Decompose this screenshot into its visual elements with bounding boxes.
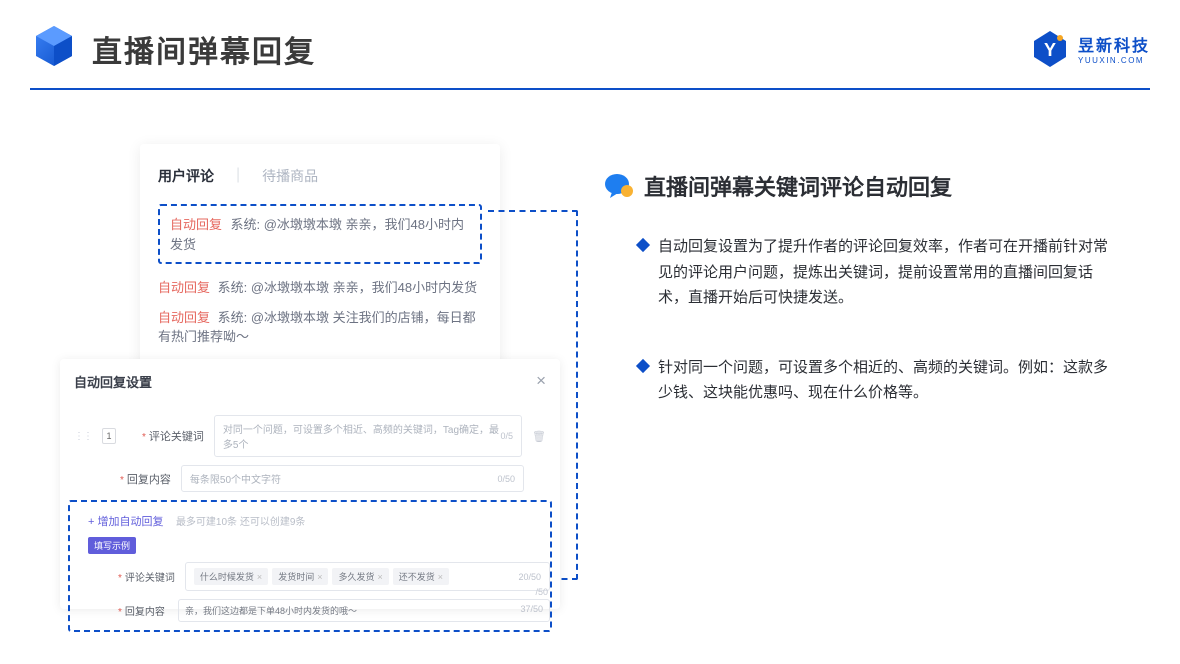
tab-divider: | <box>236 166 240 186</box>
section-subtitle: 直播间弹幕关键词评论自动回复 <box>644 170 952 202</box>
index-box: 1 <box>102 428 116 444</box>
close-icon[interactable]: × <box>536 371 546 391</box>
divider <box>30 88 1150 90</box>
tab-pending-products[interactable]: 待播商品 <box>262 166 318 186</box>
bullet-text: 针对同一个问题，可设置多个相近的、高频的关键词。例如：这款多少钱、这块能优惠吗、… <box>658 355 1118 406</box>
settings-title: 自动回复设置 <box>74 372 152 391</box>
keyword-input[interactable]: 对同一个问题，可设置多个相近、高频的关键词，Tag确定，最多5个 0/5 <box>214 415 522 457</box>
add-auto-reply-link[interactable]: + 增加自动回复 <box>88 516 163 528</box>
reply-content-input[interactable]: 每条限50个中文字符 0/50 <box>181 465 524 492</box>
bullet-icon <box>636 358 650 372</box>
keyword-tag[interactable]: 还不发货× <box>393 568 449 585</box>
hint-text: 最多可建10条 还可以创建9条 <box>176 517 305 528</box>
logo-badge-icon: Y <box>1030 29 1070 69</box>
keyword-tag[interactable]: 发货时间× <box>272 568 328 585</box>
logo-text-cn: 昱新科技 <box>1078 32 1150 56</box>
tab-user-comments[interactable]: 用户评论 <box>158 166 214 186</box>
keyword-tag[interactable]: 什么时候发货× <box>194 568 268 585</box>
highlighted-reply: 自动回复 系统: @冰墩墩本墩 亲亲，我们48小时内发货 <box>158 204 482 264</box>
brand-logo: Y 昱新科技 YUUXIN.COM <box>1030 29 1150 69</box>
reply-line: 自动回复 系统: @冰墩墩本墩 关注我们的店铺，每日都有热门推荐呦～ <box>158 308 482 347</box>
bullet-text: 自动回复设置为了提升作者的评论回复效率，作者可在开播前针对常见的评论用户问题，提… <box>658 234 1118 311</box>
cube-icon <box>30 22 78 75</box>
keyword-label: *评论关键词 <box>142 428 204 444</box>
keyword-tag[interactable]: 多久发货× <box>332 568 388 585</box>
auto-reply-label: 自动回复 <box>170 217 222 232</box>
example-badge: 填写示例 <box>88 537 136 554</box>
comments-panel: 用户评论 | 待播商品 自动回复 系统: @冰墩墩本墩 亲亲，我们48小时内发货… <box>140 144 500 374</box>
delete-icon[interactable]: 🗑 <box>532 430 546 443</box>
speech-bubble-icon <box>604 173 634 199</box>
auto-reply-settings-panel: 自动回复设置 × ⋮⋮ 1 *评论关键词 对同一个问题，可设置多个相近、高频的关… <box>60 359 560 609</box>
ex-keyword-label: *评论关键词 <box>118 569 175 584</box>
reply-label: *回复内容 <box>120 471 171 487</box>
reply-line: 自动回复 系统: @冰墩墩本墩 亲亲，我们48小时内发货 <box>158 278 482 298</box>
example-section: + 增加自动回复 最多可建10条 还可以创建9条 填写示例 *评论关键词 什么时… <box>68 500 552 632</box>
ex-keyword-input[interactable]: 什么时候发货× 发货时间× 多久发货× 还不发货× 20/50 <box>185 562 550 591</box>
logo-text-en: YUUXIN.COM <box>1078 56 1150 65</box>
drag-handle-icon[interactable]: ⋮⋮ <box>74 431 92 442</box>
overflow-counter: /50 <box>535 587 548 597</box>
ex-reply-input[interactable]: 亲，我们这边都是下单48小时内发货的哦～ 37/50 <box>178 599 550 622</box>
bullet-icon <box>636 238 650 252</box>
page-title: 直播间弹幕回复 <box>92 27 316 71</box>
svg-text:Y: Y <box>1044 40 1056 60</box>
ex-reply-label: *回复内容 <box>118 603 168 618</box>
